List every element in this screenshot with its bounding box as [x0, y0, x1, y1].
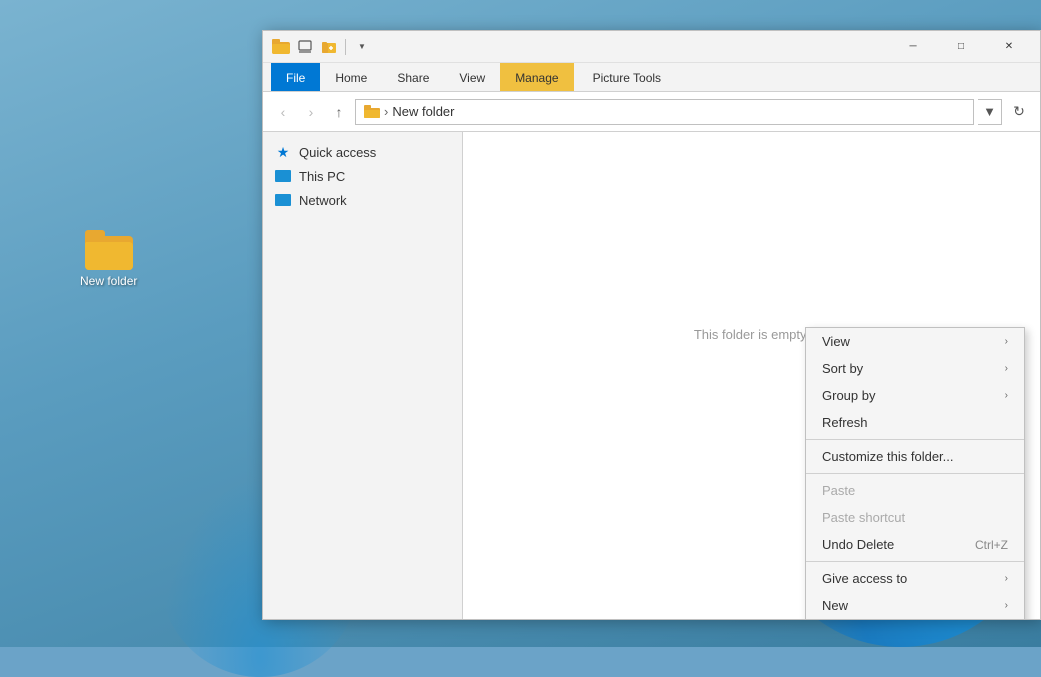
qat-folder-button[interactable]: [271, 37, 291, 57]
ctx-submenu-arrow-group: ›: [1005, 390, 1008, 401]
empty-folder-message: This folder is empty.: [694, 327, 809, 342]
ctx-item-undo-delete[interactable]: Undo Delete Ctrl+Z: [806, 531, 1024, 558]
ctx-item-customize[interactable]: Customize this folder...: [806, 443, 1024, 470]
ribbon: File Home Share View Manage Picture Tool…: [263, 63, 1040, 92]
up-button[interactable]: ↑: [327, 100, 351, 124]
tab-home[interactable]: Home: [320, 63, 382, 91]
main-area: ★ Quick access This PC Network: [263, 132, 1040, 619]
ctx-item-refresh[interactable]: Refresh: [806, 409, 1024, 436]
ctx-item-new-label: New: [822, 598, 848, 613]
folder-icon-graphic: [85, 230, 133, 270]
ctx-item-undo-delete-label: Undo Delete: [822, 537, 894, 552]
ribbon-tabs: File Home Share View Manage Picture Tool…: [263, 63, 1040, 91]
back-button[interactable]: ‹: [271, 100, 295, 124]
qat-dropdown-button[interactable]: ▼: [352, 37, 372, 57]
ctx-item-view[interactable]: View ›: [806, 328, 1024, 355]
sidebar: ★ Quick access This PC Network: [263, 132, 463, 619]
ctx-item-view-label: View: [822, 334, 850, 349]
network-icon: [275, 192, 291, 208]
address-bar: ‹ › ↑ › New folder ▼ ↻: [263, 92, 1040, 132]
desktop: New folder: [0, 0, 1041, 647]
ctx-item-give-access[interactable]: Give access to ›: [806, 565, 1024, 592]
forward-button[interactable]: ›: [299, 100, 323, 124]
title-bar-controls: ─ □ ✕: [890, 31, 1032, 63]
desktop-folder-label: New folder: [80, 274, 137, 288]
minimize-button[interactable]: ─: [890, 31, 936, 63]
sidebar-item-this-pc[interactable]: This PC: [263, 164, 462, 188]
ctx-item-paste: Paste: [806, 477, 1024, 504]
ctx-item-group-by[interactable]: Group by ›: [806, 382, 1024, 409]
sidebar-item-network[interactable]: Network: [263, 188, 462, 212]
ctx-separator-3: [806, 561, 1024, 562]
address-dropdown-button[interactable]: ▼: [978, 99, 1002, 125]
ctx-item-new[interactable]: New ›: [806, 592, 1024, 619]
ctx-item-sort-by-label: Sort by: [822, 361, 863, 376]
tab-manage[interactable]: Manage: [500, 63, 573, 91]
ctx-item-group-by-label: Group by: [822, 388, 875, 403]
qat-new-folder-button[interactable]: [319, 37, 339, 57]
ctx-item-paste-label: Paste: [822, 483, 855, 498]
refresh-button[interactable]: ↻: [1006, 99, 1032, 125]
ctx-item-refresh-label: Refresh: [822, 415, 868, 430]
address-path-text: New folder: [392, 104, 454, 119]
tab-share[interactable]: Share: [382, 63, 444, 91]
sidebar-item-network-label: Network: [299, 193, 347, 208]
address-separator: ›: [384, 104, 388, 119]
sidebar-item-this-pc-label: This PC: [299, 169, 345, 184]
tab-picture-tools[interactable]: Picture Tools: [578, 63, 676, 91]
ctx-item-undo-delete-shortcut: Ctrl+Z: [975, 538, 1008, 552]
qat-separator: [345, 39, 346, 55]
ctx-item-give-access-label: Give access to: [822, 571, 907, 586]
maximize-button[interactable]: □: [938, 31, 984, 63]
desktop-folder-icon[interactable]: New folder: [80, 230, 137, 288]
ctx-separator-2: [806, 473, 1024, 474]
ctx-submenu-arrow-give-access: ›: [1005, 573, 1008, 584]
tab-view[interactable]: View: [444, 63, 500, 91]
close-button[interactable]: ✕: [986, 31, 1032, 63]
sidebar-item-quick-access[interactable]: ★ Quick access: [263, 140, 462, 164]
ctx-submenu-arrow-sort: ›: [1005, 363, 1008, 374]
tab-file[interactable]: File: [271, 63, 320, 91]
ctx-item-paste-shortcut: Paste shortcut: [806, 504, 1024, 531]
explorer-window: ▼ ─ □ ✕ File Home Share View Manage Pict…: [262, 30, 1041, 620]
qat-properties-button[interactable]: [295, 37, 315, 57]
address-path[interactable]: › New folder: [355, 99, 974, 125]
ctx-item-customize-label: Customize this folder...: [822, 449, 954, 464]
content-area[interactable]: This folder is empty. View › Sort by ›: [463, 132, 1040, 619]
ctx-separator-1: [806, 439, 1024, 440]
ctx-submenu-arrow-view: ›: [1005, 336, 1008, 347]
sidebar-item-quick-access-label: Quick access: [299, 145, 376, 160]
quick-access-icon: ★: [275, 144, 291, 160]
address-folder-icon: [364, 105, 380, 118]
ctx-item-sort-by[interactable]: Sort by ›: [806, 355, 1024, 382]
title-bar-left: ▼: [271, 37, 890, 57]
this-pc-icon: [275, 168, 291, 184]
title-bar: ▼ ─ □ ✕: [263, 31, 1040, 63]
context-menu: View › Sort by › Group by › R: [805, 327, 1025, 619]
ctx-item-paste-shortcut-label: Paste shortcut: [822, 510, 905, 525]
ctx-submenu-arrow-new: ›: [1005, 600, 1008, 611]
